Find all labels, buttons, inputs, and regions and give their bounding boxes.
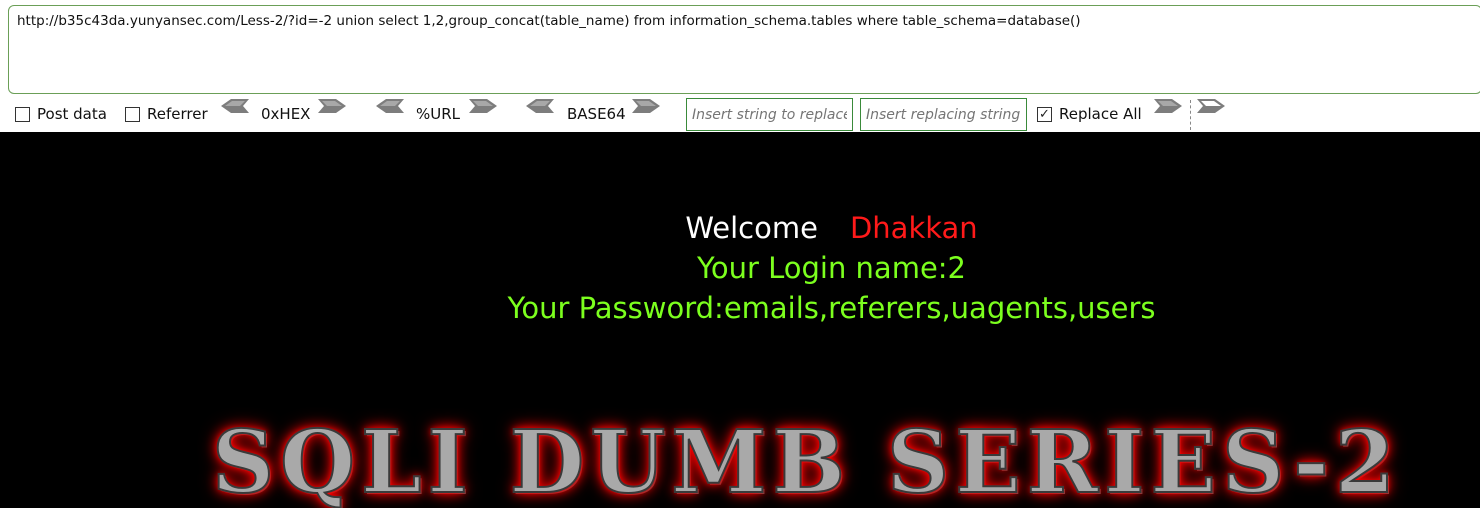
page-content: Welcome Dhakkan Your Login name:2 Your Pa… bbox=[0, 132, 1480, 508]
welcome-text: Welcome bbox=[685, 211, 818, 245]
replace-next-arrow-icon[interactable] bbox=[1197, 98, 1225, 114]
options-row: Post data Referrer 0xHEX %URL BASE64 Ins… bbox=[0, 98, 1480, 131]
hex-decode-arrow-icon[interactable] bbox=[221, 98, 249, 114]
referrer-label: Referrer bbox=[147, 105, 208, 123]
series-banner: SQLI DUMB SERIES-2 bbox=[211, 411, 1401, 508]
replace-find-input[interactable] bbox=[686, 98, 853, 131]
post-data-checkbox[interactable] bbox=[15, 106, 30, 122]
replace-all-label: Replace All bbox=[1059, 105, 1142, 123]
login-name-line: Your Login name:2 bbox=[696, 251, 967, 285]
url-encode-arrow-icon[interactable] bbox=[469, 98, 497, 114]
base64-encode-arrow-icon[interactable] bbox=[632, 98, 660, 114]
url-decode-arrow-icon[interactable] bbox=[376, 98, 404, 114]
hex-label: 0xHEX bbox=[261, 105, 311, 123]
replace-all-checkbox[interactable]: ✓ bbox=[1037, 106, 1052, 122]
base64-label: BASE64 bbox=[567, 105, 626, 123]
hackbar-toolbar: Post data Referrer 0xHEX %URL BASE64 bbox=[0, 0, 1480, 132]
url-input[interactable] bbox=[8, 5, 1480, 94]
replace-all-toggle[interactable]: ✓ Replace All bbox=[1037, 98, 1142, 130]
post-data-label: Post data bbox=[37, 105, 107, 123]
hex-encode-arrow-icon[interactable] bbox=[318, 98, 346, 114]
welcome-line: Welcome Dhakkan bbox=[0, 210, 1480, 246]
password-line: Your Password:emails,referers,uagents,us… bbox=[507, 291, 1156, 325]
referrer-checkbox[interactable] bbox=[125, 106, 140, 122]
post-data-toggle[interactable]: Post data bbox=[15, 98, 107, 130]
replace-run-arrow-icon[interactable] bbox=[1154, 98, 1182, 114]
welcome-name: Dhakkan bbox=[849, 211, 978, 245]
base64-decode-arrow-icon[interactable] bbox=[526, 98, 554, 114]
referrer-toggle[interactable]: Referrer bbox=[125, 98, 208, 130]
toolbar-separator bbox=[1190, 100, 1191, 130]
url-label: %URL bbox=[416, 105, 461, 123]
replace-with-input[interactable] bbox=[860, 98, 1027, 131]
